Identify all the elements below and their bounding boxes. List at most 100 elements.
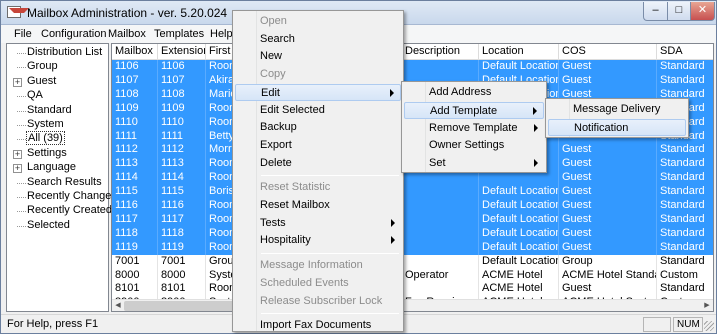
tree-item[interactable]: Search Results — [7, 176, 108, 190]
tree-item[interactable]: Standard — [7, 104, 108, 118]
tree-item[interactable]: Recently Changed — [7, 190, 118, 204]
cell-mailbox: 8000 — [112, 268, 158, 283]
table-row[interactable]: 1114 1114 Room Guest Standard — [112, 171, 713, 186]
resize-grip-icon[interactable] — [704, 321, 714, 331]
cell-location: Default Location — [479, 60, 559, 74]
scroll-right-icon[interactable]: ▶ — [701, 300, 713, 311]
menu-item-release-subscriber-lock: Release Subscriber Lock — [235, 293, 401, 310]
tree-connector — [17, 211, 26, 213]
menu-item-add-address[interactable]: Add Address — [404, 84, 544, 101]
tree-connector — [17, 197, 26, 198]
tree-item[interactable]: + Language — [7, 161, 108, 175]
cell-location — [479, 171, 559, 186]
tree-item[interactable]: All (39) — [7, 131, 108, 146]
menu-item-label: Reset Statistic — [260, 181, 331, 194]
cell-extension: 1117 — [158, 212, 206, 227]
menu-item-label: Owner Settings — [429, 139, 505, 152]
tree-item[interactable]: Distribution List — [7, 46, 108, 60]
cell-extension: 1118 — [158, 226, 206, 241]
table-row[interactable]: 1116 1116 Room Default Location Guest Standar… — [112, 199, 713, 213]
horizontal-scrollbar[interactable]: ◀ ▶ — [112, 299, 713, 311]
table-row[interactable]: 8101 8101 Room ACME Hotel Guest Standard — [112, 282, 713, 297]
column-header[interactable]: Extension — [158, 44, 206, 60]
add-template-submenu: Message Delivery Notification — [545, 98, 689, 138]
column-header[interactable]: SDA — [657, 44, 713, 60]
tree-connector — [17, 182, 26, 184]
menu-item-label: Edit Selected — [260, 103, 325, 116]
cell-cos: Group — [559, 254, 657, 269]
cell-cos: Guest — [559, 171, 657, 186]
menu-item-hospitality[interactable]: Hospitality — [235, 232, 401, 249]
close-button[interactable]: ✕ — [690, 2, 715, 21]
tree-item[interactable]: Recently Created — [7, 204, 112, 218]
tree-item-label: Recently Changed — [27, 190, 118, 202]
menu-item-import-fax-documents[interactable]: Import Fax Documents — [235, 317, 401, 334]
menu-item-set[interactable]: Set — [404, 155, 544, 172]
menu-item-add-template[interactable]: Add Template — [404, 101, 544, 119]
cell-cos: Guest — [559, 60, 657, 74]
cell-extension: 1106 — [158, 60, 206, 74]
menu-item-label: Copy — [260, 68, 286, 81]
cell-mailbox: 1108 — [112, 87, 158, 102]
tree-item[interactable]: + Settings — [7, 147, 108, 161]
menu-item-remove-template[interactable]: Remove Template — [404, 120, 544, 137]
menu-item-tests[interactable]: Tests — [235, 215, 401, 232]
column-header[interactable]: COS — [559, 44, 657, 60]
tree-item-label: Standard — [27, 103, 72, 116]
expand-icon[interactable]: + — [13, 149, 22, 159]
menu-file[interactable]: File — [14, 28, 32, 40]
menu-item-reset-mailbox[interactable]: Reset Mailbox — [235, 197, 401, 214]
cell-sda: Standard — [657, 171, 713, 185]
menu-item-message-delivery[interactable]: Message Delivery — [548, 101, 686, 118]
context-menu: Open Search New Copy Edit Edit Selected Backup… — [232, 10, 404, 332]
menu-configuration[interactable]: Configuration — [41, 28, 106, 40]
tree-item[interactable]: Group — [7, 60, 108, 74]
menu-templates[interactable]: Templates — [154, 28, 204, 40]
cell-location: Default Location — [479, 212, 559, 227]
cell-cos: Guest — [559, 143, 657, 158]
cell-extension: 1116 — [158, 199, 206, 213]
tree-item-label: Language — [27, 161, 76, 174]
menu-help[interactable]: Help — [210, 28, 233, 40]
table-row[interactable]: 8000 8000 Syster Operator ACME Hotel ACME Hot… — [112, 268, 713, 283]
tree-item[interactable]: System — [7, 118, 108, 132]
menu-item-backup[interactable]: Backup — [235, 119, 401, 136]
tree-item-label: Recently Created — [27, 204, 112, 217]
minimize-button[interactable]: – — [643, 2, 668, 21]
cell-mailbox: 7001 — [112, 254, 158, 269]
menu-item-edit[interactable]: Edit — [235, 83, 401, 101]
menu-separator — [261, 175, 399, 177]
scroll-left-icon[interactable]: ◀ — [112, 300, 124, 311]
table-row[interactable]: 1118 1118 Room Default Location Guest Standar… — [112, 226, 713, 241]
table-row[interactable]: 1106 1106 Room Default Location Guest Standar… — [112, 60, 713, 74]
column-header[interactable]: Mailbox — [112, 44, 158, 60]
submenu-arrow-icon — [533, 106, 537, 115]
menu-item-owner-settings[interactable]: Owner Settings — [404, 137, 544, 154]
table-row[interactable]: 7001 7001 Group Default Location Group Standa… — [112, 254, 713, 269]
cell-sda: Custom — [657, 269, 713, 283]
column-header[interactable]: Description — [402, 44, 479, 60]
menu-item-export[interactable]: Export — [235, 137, 401, 154]
cell-location: Default Location — [479, 226, 559, 241]
cell-extension: 1112 — [158, 143, 206, 158]
menu-mailbox[interactable]: Mailbox — [108, 28, 146, 40]
tree-item[interactable]: + Guest — [7, 75, 108, 89]
expand-icon[interactable]: + — [13, 77, 22, 87]
tree-item-label: Selected — [27, 218, 70, 231]
scroll-thumb[interactable] — [124, 301, 244, 311]
menu-item-new[interactable]: New — [235, 48, 401, 65]
column-header[interactable]: Location — [479, 44, 559, 60]
cell-cos: Guest — [559, 282, 657, 297]
tree-item[interactable]: QA — [7, 89, 108, 103]
folder-tree[interactable]: Distribution List Group + Guest QA Standard Sy… — [6, 43, 118, 312]
menu-item-delete[interactable]: Delete — [235, 155, 401, 172]
table-row[interactable]: 1119 1119 Room Default Location Guest Standar… — [112, 240, 713, 255]
menu-item-notification[interactable]: Notification — [548, 119, 686, 136]
menu-item-edit-selected[interactable]: Edit Selected — [235, 102, 401, 119]
menu-item-search[interactable]: Search — [235, 31, 401, 48]
expand-icon[interactable]: + — [13, 164, 22, 174]
tree-item[interactable]: Selected — [7, 219, 108, 233]
maximize-button[interactable]: □ — [667, 2, 691, 21]
table-row[interactable]: 1115 1115 Boris Default Location Guest Standa… — [112, 185, 713, 200]
table-row[interactable]: 1117 1117 Room Default Location Guest Standar… — [112, 212, 713, 227]
